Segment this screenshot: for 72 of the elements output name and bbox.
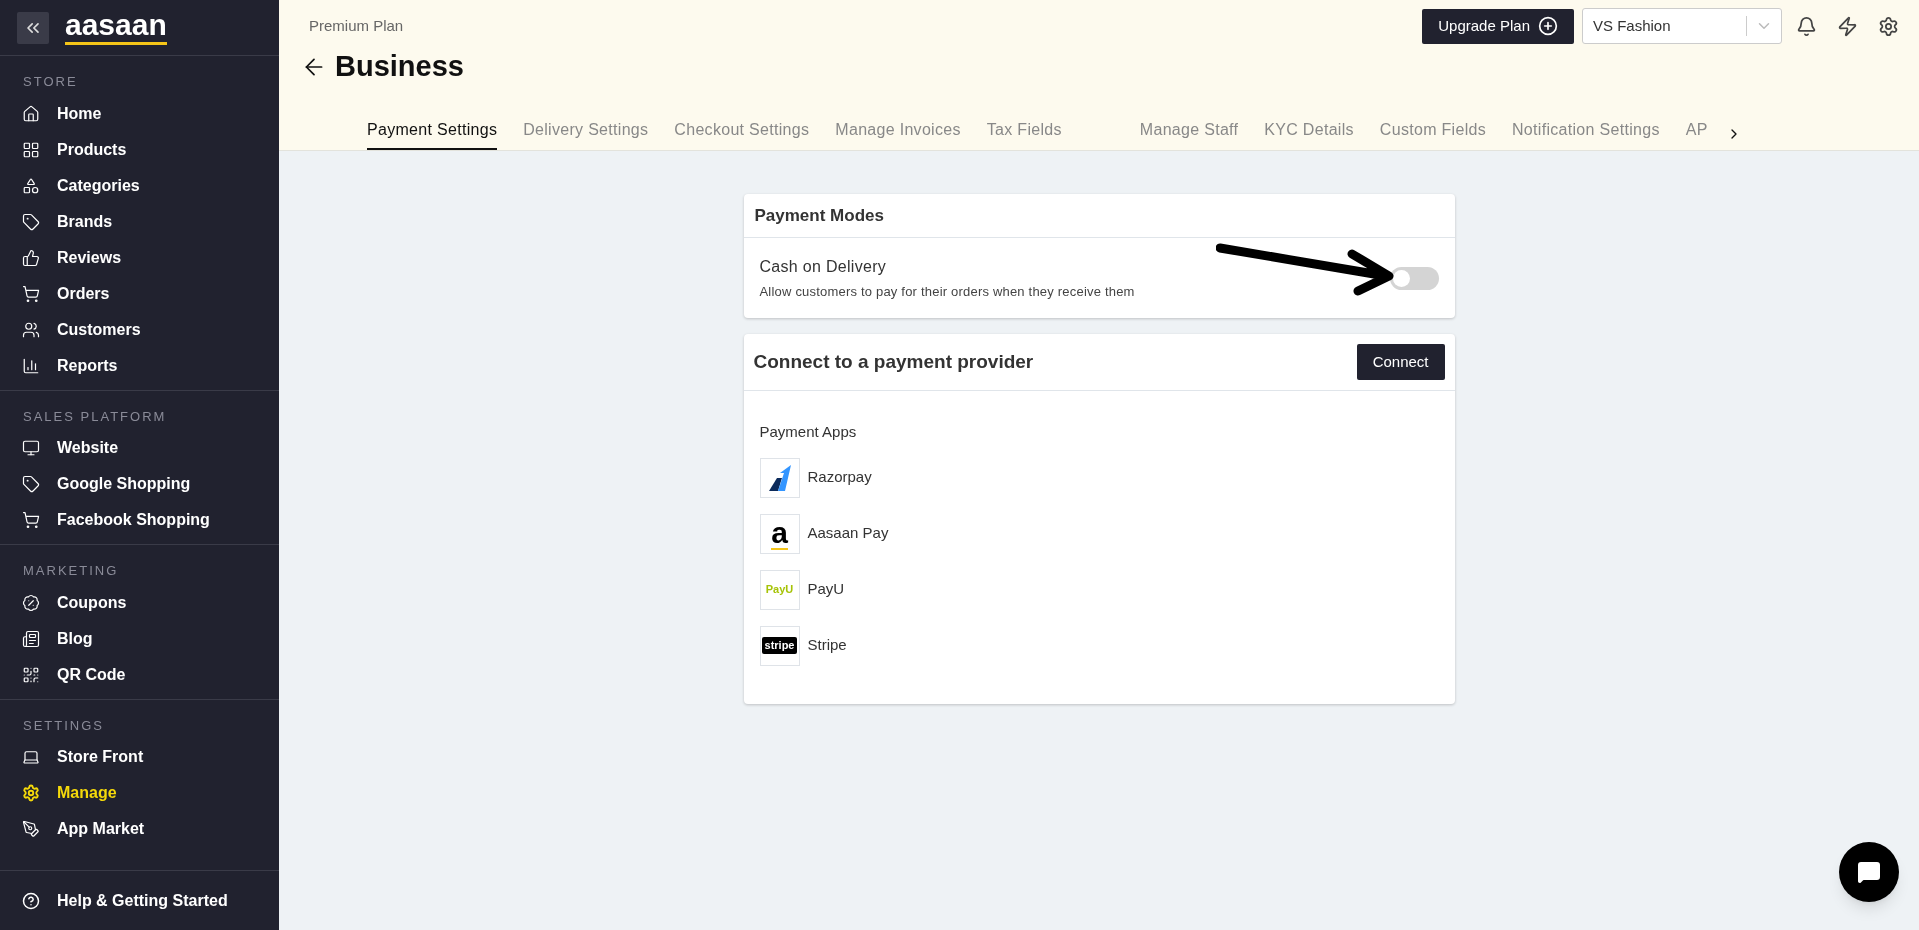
tag-icon bbox=[22, 475, 40, 493]
chat-button[interactable] bbox=[1839, 842, 1899, 902]
sidebar-item[interactable]: Facebook Shopping bbox=[0, 502, 279, 538]
store-select[interactable]: VS Fashion bbox=[1582, 8, 1782, 44]
section-label: STORE bbox=[22, 73, 79, 91]
sidebar-item[interactable]: Customers bbox=[0, 311, 279, 348]
app-name: Stripe bbox=[807, 635, 847, 656]
bar-chart-icon bbox=[22, 356, 40, 375]
sidebar-item[interactable]: Manage bbox=[0, 775, 279, 811]
card-title: Payment Modes bbox=[743, 194, 1455, 238]
sidebar-item[interactable]: App Market bbox=[0, 811, 279, 847]
settings-icon bbox=[22, 784, 40, 802]
sidebar-item[interactable]: Google Shopping bbox=[0, 466, 279, 502]
sidebar-item[interactable]: Website bbox=[0, 430, 279, 466]
tab[interactable]: Custom Fields bbox=[1379, 118, 1486, 150]
sidebar-item[interactable]: Blog bbox=[0, 620, 279, 657]
connect-button[interactable]: Connect bbox=[1356, 344, 1445, 380]
razorpay-logo-icon bbox=[766, 463, 793, 492]
app-name: Aasaan Pay bbox=[807, 523, 889, 544]
logo-text: PayU bbox=[765, 582, 794, 598]
option-label: Cash on Delivery bbox=[759, 256, 888, 277]
section-label: SETTINGS bbox=[22, 716, 105, 735]
option-description: Allow customers to pay for their orders when they receive them bbox=[759, 282, 1136, 301]
users-icon bbox=[22, 320, 40, 339]
thumbs-up-icon bbox=[22, 248, 40, 267]
sidebar-item[interactable]: Reviews bbox=[0, 239, 279, 276]
sidebar-item[interactable]: Categories bbox=[0, 167, 279, 204]
badge-percent-icon bbox=[22, 593, 40, 612]
grid-icon bbox=[22, 140, 40, 159]
toggle-switch[interactable] bbox=[1389, 266, 1439, 290]
card-title: Connect to a payment provider bbox=[753, 349, 1035, 374]
plan-label: Premium Plan bbox=[309, 15, 404, 36]
document-icon bbox=[22, 629, 40, 648]
qr-code-icon bbox=[22, 665, 40, 684]
monitor-icon bbox=[22, 439, 40, 457]
logo-text: stripe bbox=[761, 637, 798, 654]
sidebar-item[interactable]: Home bbox=[0, 95, 279, 132]
app-name: PayU bbox=[807, 579, 845, 600]
tab[interactable]: Payment Settings bbox=[367, 118, 498, 150]
bell-icon[interactable] bbox=[1796, 15, 1817, 37]
cart-icon bbox=[22, 511, 40, 529]
section-label: MARKETING bbox=[22, 562, 120, 580]
tab[interactable]: Notification Settings bbox=[1512, 118, 1660, 150]
sidebar-item[interactable]: Coupons bbox=[0, 584, 279, 621]
tab[interactable]: Manage Staff bbox=[1139, 118, 1239, 150]
shapes-icon bbox=[22, 176, 40, 195]
section-label: SALES PLATFORM bbox=[22, 407, 168, 426]
cart-icon bbox=[22, 284, 40, 303]
section-heading: Payment Apps bbox=[759, 422, 858, 442]
tag-icon bbox=[22, 212, 40, 231]
sidebar-item[interactable]: QR Code bbox=[0, 656, 279, 693]
page-title: Business bbox=[335, 49, 464, 85]
chat-icon bbox=[1857, 860, 1881, 884]
settings-icon[interactable] bbox=[1878, 15, 1899, 37]
sidebar-item[interactable]: Brands bbox=[0, 203, 279, 240]
logo-letter: a bbox=[771, 517, 788, 550]
app-name: Razorpay bbox=[807, 467, 872, 488]
home-icon bbox=[22, 104, 40, 123]
sidebar-item[interactable]: Products bbox=[0, 131, 279, 168]
tab[interactable]: Checkout Settings bbox=[674, 118, 810, 150]
tab[interactable]: AP bbox=[1685, 118, 1708, 150]
sidebar-item[interactable]: Reports bbox=[0, 347, 279, 384]
tab[interactable]: Manage Invoices bbox=[835, 118, 961, 150]
lightning-icon[interactable] bbox=[1837, 15, 1858, 37]
sidebar-item[interactable]: Store Front bbox=[0, 739, 279, 775]
collapse-button[interactable] bbox=[17, 11, 49, 44]
upgrade-plan-button[interactable]: Upgrade Plan bbox=[1422, 8, 1574, 44]
plus-circle-icon bbox=[1538, 16, 1558, 36]
sidebar-item[interactable]: Orders bbox=[0, 275, 279, 312]
help-icon bbox=[22, 891, 40, 910]
laptop-icon bbox=[22, 748, 40, 766]
brand-logo: aasaan bbox=[65, 10, 167, 45]
